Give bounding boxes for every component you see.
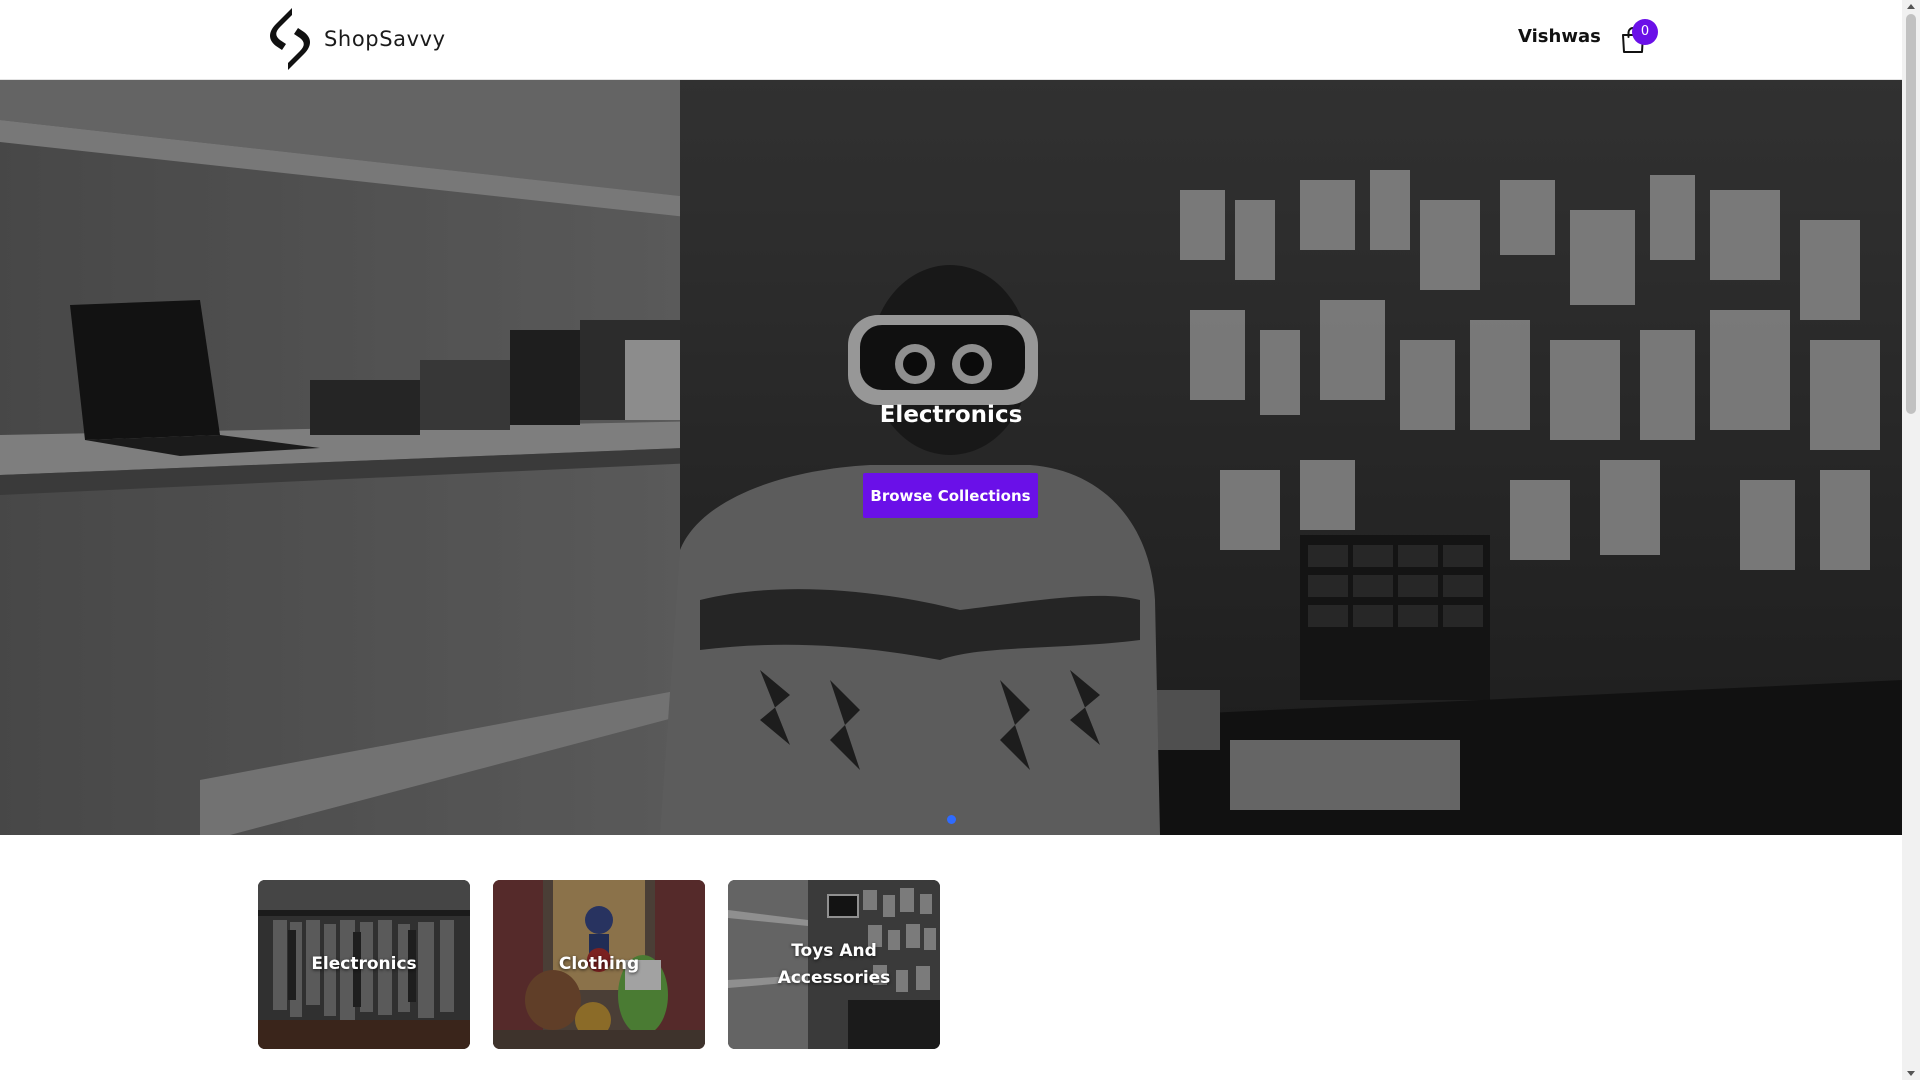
page-scrollbar[interactable] [1902, 0, 1920, 1080]
site-header: ShopSavvy Vishwas 0 [0, 0, 1902, 80]
browse-collections-button[interactable]: Browse Collections [863, 473, 1038, 518]
brand-logo-link[interactable]: ShopSavvy [262, 6, 446, 72]
category-card-electronics[interactable]: Electronics [258, 880, 470, 1049]
page: ShopSavvy Vishwas 0 Electronics Browse C… [0, 0, 1920, 1080]
category-label: Toys And Accessories [777, 940, 891, 988]
user-name-link[interactable]: Vishwas [1518, 26, 1601, 47]
scroll-down-arrow-icon[interactable] [1907, 1071, 1915, 1076]
cart-count-badge: 0 [1632, 19, 1658, 45]
brand-name: ShopSavvy [324, 27, 446, 51]
carousel-dot-active[interactable] [947, 815, 956, 824]
category-label: Clothing [558, 954, 640, 974]
logo-mark-icon [270, 8, 310, 70]
scrollbar-thumb[interactable] [1906, 14, 1916, 414]
hero-title: Electronics [879, 402, 1023, 428]
category-card-toys-and-accessories[interactable]: Toys And Accessories [728, 880, 940, 1049]
category-card-clothing[interactable]: Clothing [493, 880, 705, 1049]
scroll-up-arrow-icon[interactable] [1907, 4, 1915, 9]
hero-background-image [0, 80, 1902, 835]
category-label: Electronics [311, 954, 417, 974]
hero-carousel: Electronics Browse Collections [0, 80, 1902, 835]
